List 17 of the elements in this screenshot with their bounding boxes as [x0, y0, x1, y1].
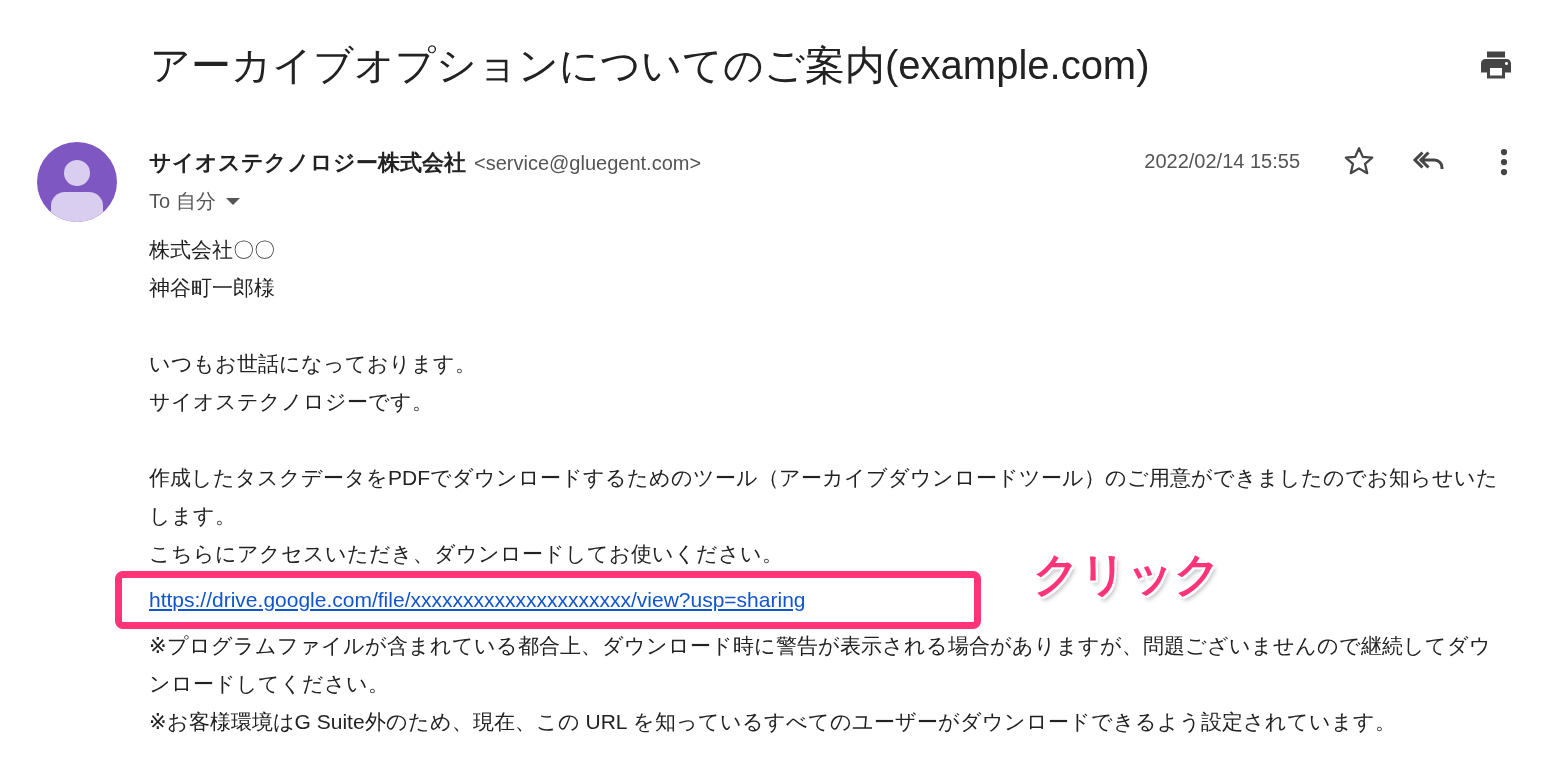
- annotation-label: クリック: [1033, 551, 1221, 597]
- body-text: 作成したタスクデータをPDFでダウンロードするためのツール（アーカイブダウンロードツール）のご用意ができましたのでお知らせいたします。: [149, 465, 1499, 529]
- body-text: いつもお世話になっております。: [149, 351, 477, 377]
- body-text: サイオステクノロジーです。: [149, 389, 434, 415]
- download-link[interactable]: https://drive.google.com/file/xxxxxxxxxxxxxxxxxxxxx/view?usp=sharing: [149, 588, 806, 611]
- email-subject: アーカイブオプションについてのご案内(example.com): [150, 41, 1151, 89]
- email-date: 2022/02/14 15:55: [1144, 150, 1300, 173]
- body-text: ※プログラムファイルが含まれている都合上、ダウンロード時に警告が表示される場合がありますが、問題ございませんので継続してダウンロードしてください。: [149, 633, 1492, 697]
- recipient-label: To 自分: [149, 189, 216, 214]
- dropdown-icon[interactable]: [225, 198, 240, 205]
- body-text: 神谷町一郎様: [149, 275, 276, 301]
- body-text: こちらにアクセスいただき、ダウンロードしてお使いください。: [149, 541, 784, 567]
- body-text: ※お客様環境はG Suite外のため、現在、この URL を知っているすべてのユーザーがダウンロードできるよう設定されています。: [149, 709, 1397, 735]
- sender-email: <service@gluegent.com>: [474, 152, 702, 175]
- body-text: 株式会社〇〇: [149, 237, 276, 263]
- sender-name: サイオステクノロジー株式会社: [149, 149, 466, 177]
- more-icon[interactable]: [1500, 147, 1508, 177]
